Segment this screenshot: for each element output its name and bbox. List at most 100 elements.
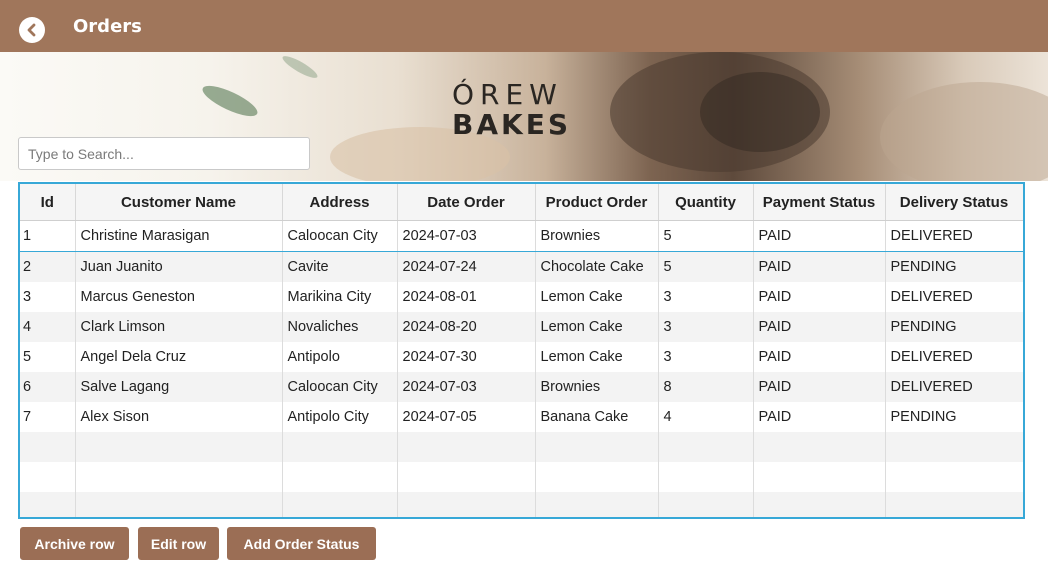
table-cell[interactable]: Antipolo — [282, 342, 398, 372]
empty-table-row[interactable] — [20, 492, 1023, 517]
table-cell[interactable]: Lemon Cake — [535, 282, 659, 312]
column-header[interactable]: Delivery Status — [885, 184, 1023, 221]
table-cell[interactable]: 3 — [658, 312, 754, 342]
table-row[interactable]: 6 Salve Lagang Caloocan City 2024-07-03 Brow… — [20, 372, 1023, 402]
table-cell[interactable]: Christine Marasigan — [75, 220, 283, 252]
table-cell[interactable] — [75, 432, 283, 462]
table-cell[interactable]: Cavite — [282, 251, 398, 282]
table-cell[interactable]: Juan Juanito — [75, 251, 283, 282]
table-cell[interactable]: 2024-07-24 — [397, 251, 536, 282]
table-row[interactable]: 2 Juan Juanito Cavite 2024-07-24 Chocolate C… — [20, 251, 1023, 282]
empty-table-row[interactable] — [20, 462, 1023, 492]
table-cell[interactable]: PAID — [753, 312, 886, 342]
table-cell[interactable]: Salve Lagang — [75, 372, 283, 402]
table-cell[interactable]: 2024-07-05 — [397, 402, 536, 432]
table-cell[interactable]: 2024-07-03 — [397, 372, 536, 402]
table-cell[interactable] — [658, 432, 754, 462]
table-cell[interactable]: PENDING — [885, 402, 1023, 432]
table-cell[interactable]: 8 — [658, 372, 754, 402]
table-row[interactable]: 1 Christine Marasigan Caloocan City 2024-07… — [20, 220, 1023, 252]
edit-row-button[interactable]: Edit row — [138, 527, 219, 560]
table-cell[interactable]: Marikina City — [282, 282, 398, 312]
table-row[interactable]: 3 Marcus Geneston Marikina City 2024-08-01 L… — [20, 282, 1023, 312]
table-cell[interactable]: PAID — [753, 282, 886, 312]
table-cell[interactable]: 5 — [20, 342, 76, 372]
table-cell[interactable]: Lemon Cake — [535, 312, 659, 342]
table-cell[interactable]: 4 — [20, 312, 76, 342]
table-cell[interactable] — [753, 492, 886, 517]
table-cell[interactable]: PENDING — [885, 312, 1023, 342]
table-cell[interactable]: Novaliches — [282, 312, 398, 342]
table-cell[interactable]: 5 — [658, 220, 754, 252]
table-cell[interactable]: PAID — [753, 251, 886, 282]
table-cell[interactable] — [885, 432, 1023, 462]
table-cell[interactable]: Marcus Geneston — [75, 282, 283, 312]
add-order-status-button[interactable]: Add Order Status — [227, 527, 376, 560]
table-cell[interactable] — [282, 492, 398, 517]
table-cell[interactable] — [397, 462, 536, 492]
table-cell[interactable]: 3 — [20, 282, 76, 312]
table-cell[interactable]: 2024-07-03 — [397, 220, 536, 252]
table-cell[interactable]: DELIVERED — [885, 342, 1023, 372]
table-cell[interactable] — [75, 462, 283, 492]
column-header[interactable]: Product Order — [535, 184, 659, 221]
table-cell[interactable]: Brownies — [535, 220, 659, 252]
table-cell[interactable] — [397, 432, 536, 462]
table-cell[interactable]: PAID — [753, 342, 886, 372]
table-cell[interactable] — [20, 432, 76, 462]
table-row[interactable]: 7 Alex Sison Antipolo City 2024-07-05 Banana… — [20, 402, 1023, 432]
table-row[interactable]: 4 Clark Limson Novaliches 2024-08-20 Lemon C… — [20, 312, 1023, 342]
column-header[interactable]: Payment Status — [753, 184, 886, 221]
table-cell[interactable]: 3 — [658, 282, 754, 312]
table-cell[interactable]: 3 — [658, 342, 754, 372]
column-header[interactable]: Date Order — [397, 184, 536, 221]
column-header[interactable]: Id — [20, 184, 76, 221]
table-cell[interactable] — [282, 432, 398, 462]
table-cell[interactable]: Banana Cake — [535, 402, 659, 432]
empty-table-row[interactable] — [20, 432, 1023, 462]
orders-table[interactable]: Id Customer Name Address Date Order Product … — [18, 182, 1025, 519]
table-cell[interactable]: Brownies — [535, 372, 659, 402]
table-cell[interactable]: DELIVERED — [885, 372, 1023, 402]
table-cell[interactable]: 2024-08-01 — [397, 282, 536, 312]
table-cell[interactable]: Angel Dela Cruz — [75, 342, 283, 372]
table-cell[interactable]: 1 — [20, 220, 76, 252]
table-cell[interactable]: 6 — [20, 372, 76, 402]
table-cell[interactable] — [658, 492, 754, 517]
table-cell[interactable] — [75, 492, 283, 517]
table-cell[interactable] — [535, 462, 659, 492]
table-cell[interactable]: PAID — [753, 372, 886, 402]
table-cell[interactable]: Caloocan City — [282, 372, 398, 402]
table-cell[interactable]: 7 — [20, 402, 76, 432]
table-cell[interactable]: DELIVERED — [885, 220, 1023, 252]
table-cell[interactable] — [753, 462, 886, 492]
table-cell[interactable]: PAID — [753, 402, 886, 432]
column-header[interactable]: Quantity — [658, 184, 754, 221]
table-cell[interactable]: 4 — [658, 402, 754, 432]
table-cell[interactable] — [20, 462, 76, 492]
table-cell[interactable]: Chocolate Cake — [535, 251, 659, 282]
table-cell[interactable] — [535, 492, 659, 517]
table-cell[interactable]: PAID — [753, 220, 886, 252]
table-cell[interactable]: 2024-08-20 — [397, 312, 536, 342]
table-cell[interactable]: Lemon Cake — [535, 342, 659, 372]
table-cell[interactable]: Clark Limson — [75, 312, 283, 342]
table-cell[interactable]: PENDING — [885, 251, 1023, 282]
table-cell[interactable]: 2 — [20, 251, 76, 282]
table-cell[interactable] — [535, 432, 659, 462]
table-cell[interactable]: Caloocan City — [282, 220, 398, 252]
table-cell[interactable]: Antipolo City — [282, 402, 398, 432]
search-input[interactable] — [18, 137, 310, 170]
column-header[interactable]: Address — [282, 184, 398, 221]
table-cell[interactable] — [885, 492, 1023, 517]
table-cell[interactable] — [753, 432, 886, 462]
table-cell[interactable]: 2024-07-30 — [397, 342, 536, 372]
archive-row-button[interactable]: Archive row — [20, 527, 129, 560]
table-cell[interactable]: DELIVERED — [885, 282, 1023, 312]
column-header[interactable]: Customer Name — [75, 184, 283, 221]
table-cell[interactable] — [397, 492, 536, 517]
table-cell[interactable] — [658, 462, 754, 492]
table-cell[interactable] — [282, 462, 398, 492]
table-row[interactable]: 5 Angel Dela Cruz Antipolo 2024-07-30 Lemon … — [20, 342, 1023, 372]
back-button[interactable] — [19, 17, 45, 43]
